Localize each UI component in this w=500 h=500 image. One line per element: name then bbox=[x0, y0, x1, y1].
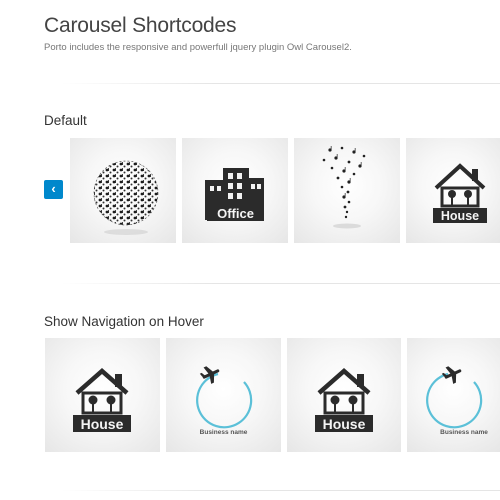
carousel-item-house[interactable]: House bbox=[45, 338, 160, 452]
page-subtitle: Porto includes the responsive and powerf… bbox=[44, 42, 352, 53]
section-heading-default: Default bbox=[44, 113, 87, 128]
carousel-item-house[interactable]: House bbox=[287, 338, 401, 452]
business-name-label: Business name bbox=[440, 429, 488, 436]
house-label: House bbox=[81, 416, 124, 432]
music-notes-globe-icon bbox=[93, 160, 159, 235]
house-icon: House bbox=[315, 368, 373, 432]
airplane-circle-icon: Business name bbox=[426, 366, 488, 436]
office-building-icon: Office bbox=[205, 168, 264, 221]
house-icon: House bbox=[433, 163, 487, 223]
carousel-prev-button[interactable]: ‹ bbox=[44, 180, 63, 199]
page-title: Carousel Shortcodes bbox=[44, 14, 237, 37]
section-divider bbox=[60, 83, 500, 84]
house-icon: House bbox=[73, 368, 131, 432]
carousel-item-globe[interactable] bbox=[70, 138, 176, 243]
business-name-label: Business name bbox=[200, 429, 248, 436]
carousel-item-tornado[interactable] bbox=[294, 138, 400, 243]
section-heading-hover-nav: Show Navigation on Hover bbox=[44, 314, 204, 329]
section-divider bbox=[60, 490, 500, 491]
office-label: Office bbox=[217, 206, 254, 221]
section-divider bbox=[60, 283, 500, 284]
airplane-circle-icon: Business name bbox=[196, 366, 253, 436]
carousel-item-business[interactable]: Business name bbox=[166, 338, 281, 452]
music-notes-tornado-icon bbox=[322, 146, 366, 229]
house-label: House bbox=[441, 209, 479, 223]
carousel-item-business[interactable]: Business name bbox=[407, 338, 500, 452]
chevron-left-icon: ‹ bbox=[51, 181, 56, 196]
house-label: House bbox=[323, 416, 366, 432]
carousel-item-office[interactable]: Office bbox=[182, 138, 288, 243]
carousel-item-house[interactable]: House bbox=[406, 138, 500, 243]
